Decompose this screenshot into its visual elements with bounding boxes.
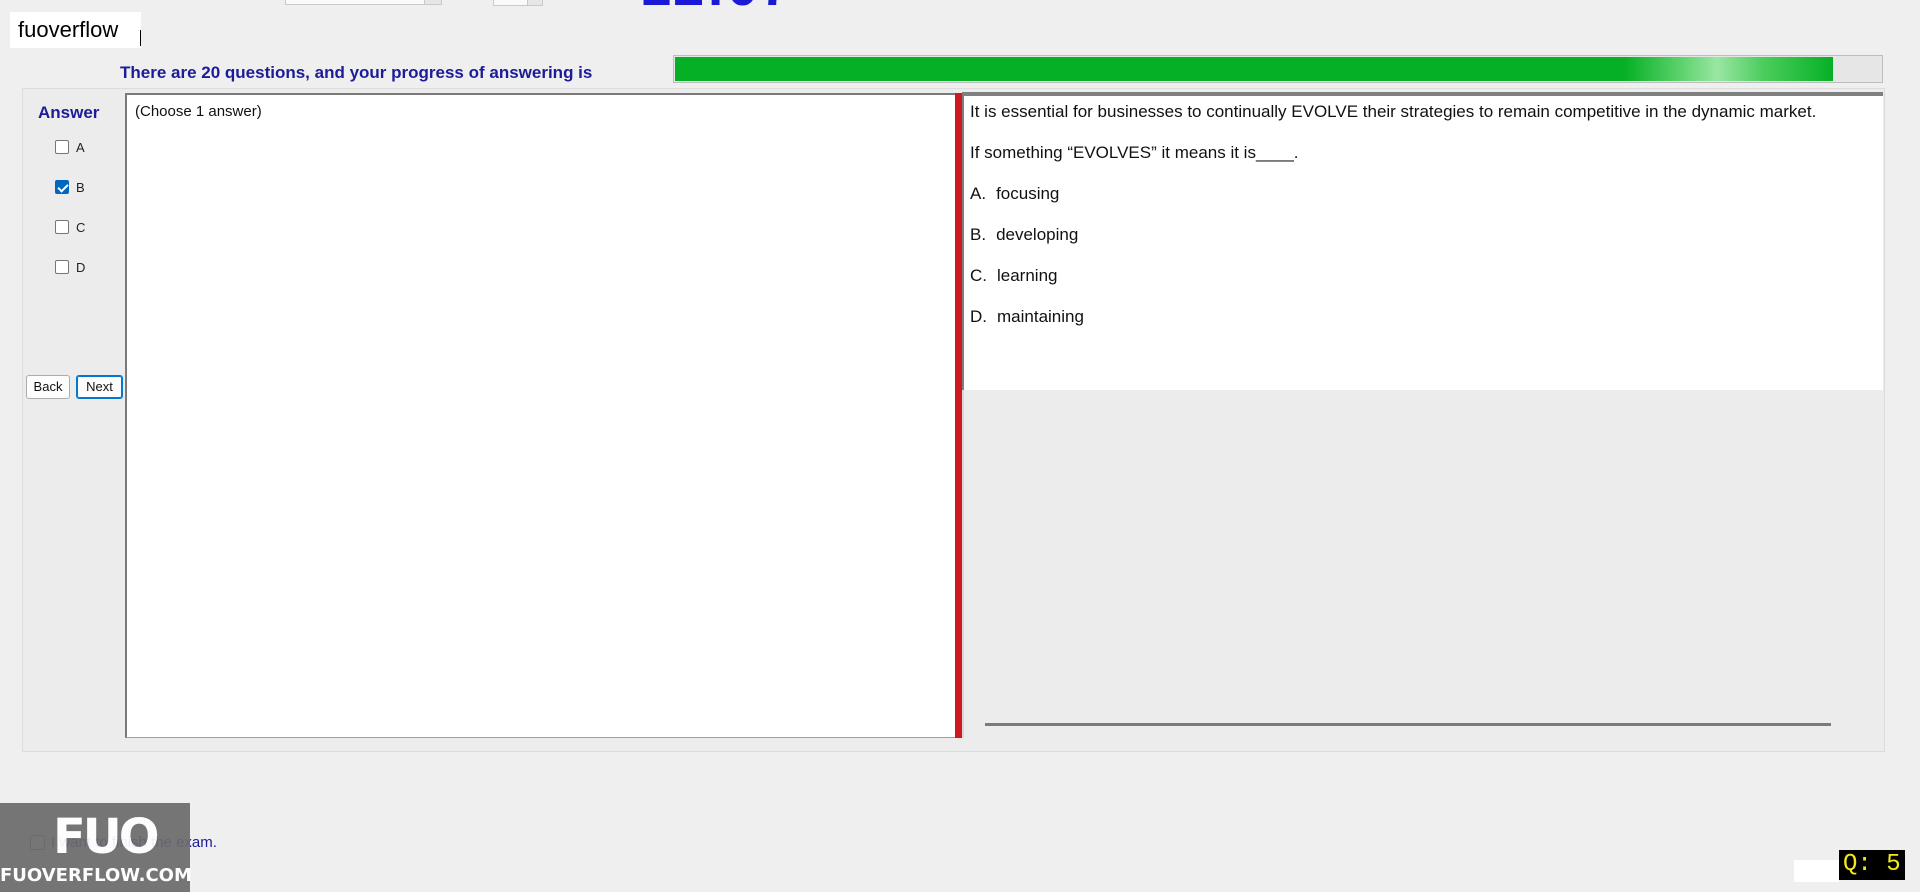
option-c-checkbox[interactable] [55, 220, 69, 234]
option-d[interactable]: D [55, 258, 85, 276]
choice-text: learning [997, 266, 1058, 285]
choice-letter: A. [970, 184, 987, 203]
option-a-label: A [76, 139, 85, 155]
horizontal-scrollbar[interactable] [985, 723, 1831, 726]
option-c-label: C [76, 219, 86, 235]
choice-text: developing [996, 225, 1079, 244]
choice-c: C. learning [970, 266, 1869, 286]
option-a-checkbox[interactable] [55, 140, 69, 154]
choice-text: maintaining [997, 307, 1084, 326]
countdown-timer: 12:07 [640, 0, 793, 16]
image-pane [962, 390, 1883, 738]
watermark-label: fuoverflow [10, 12, 141, 48]
dropdown-arrow-icon[interactable] [424, 0, 441, 4]
choice-d: D. maintaining [970, 307, 1869, 327]
next-button[interactable]: Next [76, 375, 123, 399]
text-caret [140, 30, 141, 46]
choice-letter: C. [970, 266, 987, 285]
option-d-label: D [76, 259, 86, 275]
option-b-checkbox[interactable] [55, 180, 69, 194]
choice-b: B. developing [970, 225, 1869, 245]
status-strip [1794, 860, 1839, 882]
progress-label: There are 20 questions, and your progres… [120, 63, 593, 82]
answer-title: Answer [38, 103, 100, 122]
progress-fill [675, 57, 1833, 81]
fuoverflow-logo: FUO FUOVERFLOW.COM [0, 803, 192, 892]
choice-a: A. focusing [970, 184, 1869, 204]
option-c[interactable]: C [55, 218, 85, 236]
font-size-field[interactable] [493, 0, 543, 6]
option-d-checkbox[interactable] [55, 260, 69, 274]
option-b-label: B [76, 179, 85, 195]
question-text: It is essential for businesses to contin… [970, 102, 1817, 121]
logo-mark: FUO [53, 809, 160, 865]
exam-code-field[interactable] [285, 0, 442, 5]
progress-bar [673, 55, 1883, 83]
answer-pane[interactable]: (Choose 1 answer) [125, 93, 957, 738]
question-number-badge: Q: 5 [1839, 850, 1905, 880]
question-prompt: If something “EVOLVES” it means it is___… [970, 143, 1299, 162]
option-a[interactable]: A [55, 138, 85, 156]
spinner-arrow-icon[interactable] [527, 0, 542, 5]
back-button[interactable]: Back [26, 375, 70, 399]
choice-text: focusing [996, 184, 1060, 203]
pane-splitter[interactable] [955, 93, 962, 738]
logo-text: FUOVERFLOW.COM [0, 865, 192, 886]
question-pane: It is essential for businesses to contin… [962, 92, 1883, 390]
option-b[interactable]: B [55, 178, 85, 196]
choose-instruction: (Choose 1 answer) [135, 103, 262, 120]
choice-letter: D. [970, 307, 987, 326]
choice-letter: B. [970, 225, 987, 244]
